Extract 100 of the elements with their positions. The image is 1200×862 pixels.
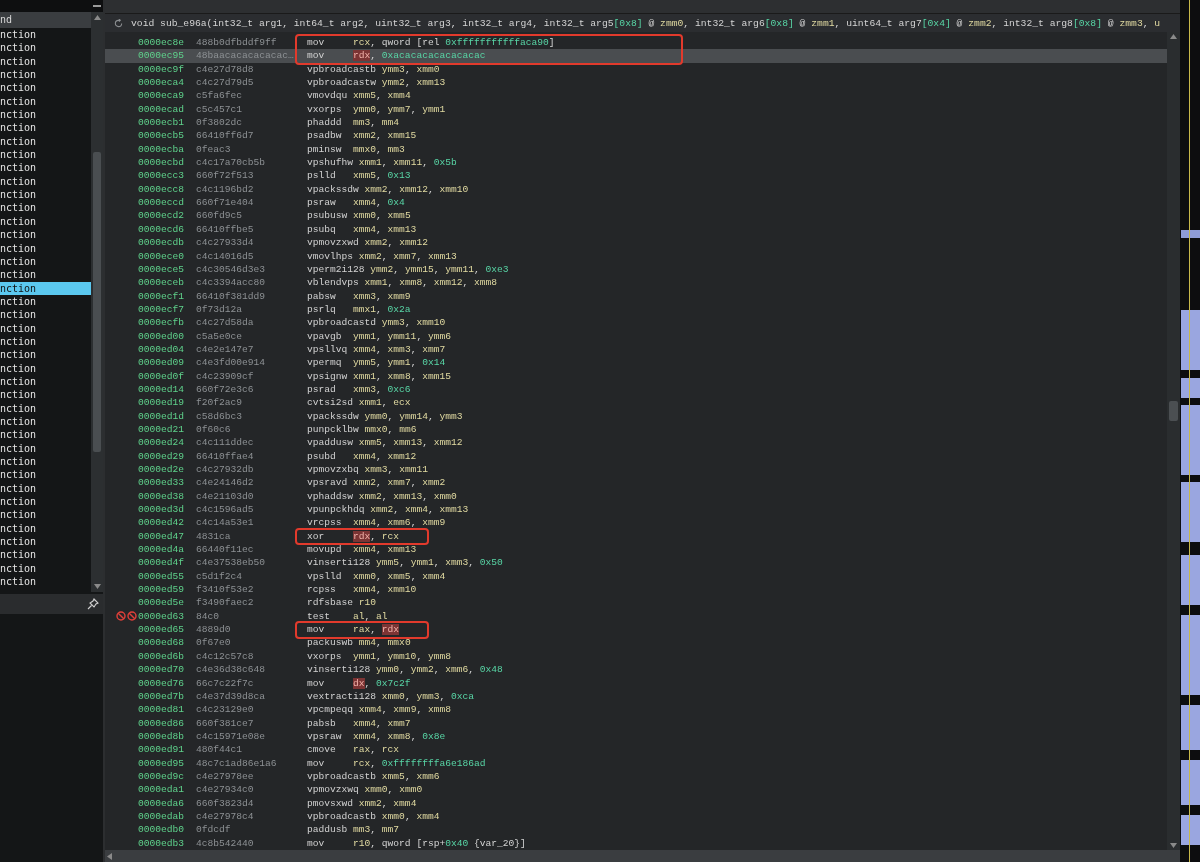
- disassembly-row[interactable]: 0000ecd2 660fd9c5 psubusw xmm0, xmm5: [105, 209, 1167, 223]
- sidebar-item[interactable]: nction: [0, 108, 91, 122]
- sidebar-item[interactable]: nction: [0, 134, 91, 149]
- scroll-thumb[interactable]: [1169, 401, 1178, 421]
- sidebar-item[interactable]: nction: [0, 54, 91, 69]
- disassembly-row[interactable]: 0000ed4a 66440f11ec movupd xmm4, xmm13: [105, 543, 1167, 557]
- disassembly-row[interactable]: 0000ecad c5c457c1 vxorps ymm0, ymm7, ymm1: [105, 102, 1167, 117]
- disassembly-row[interactable]: 0000ecdb c4c27933d4 vpmovzxwd xmm2, xmm12: [105, 236, 1167, 250]
- sidebar-item[interactable]: nction: [0, 241, 91, 255]
- sidebar-item[interactable]: nction: [0, 428, 91, 442]
- disassembly-row[interactable]: 0000ed8b c4c15971e08e vpsraw xmm4, xmm8, 0x8e: [105, 729, 1167, 744]
- sidebar-item[interactable]: nction: [0, 495, 91, 509]
- disassembly-row[interactable]: 0000ecfb c4c27d58da vpbroadcastd ymm3, xmm10: [105, 316, 1167, 330]
- disassembly-row[interactable]: 0000ed47 4831ca xor rdx, rcx: [105, 529, 1167, 544]
- disassembly-row[interactable]: 0000edab c4e27978c4 vpbroadcastb xmm0, xmm4: [105, 809, 1167, 824]
- scroll-up-icon[interactable]: [93, 15, 101, 20]
- disassembly-row[interactable]: 0000ed0f c4c23909cf vpsignw xmm1, xmm8, xmm15: [105, 369, 1167, 383]
- sidebar-item[interactable]: nction: [0, 254, 91, 269]
- disassembly-row[interactable]: 0000eda1 c4e27934c0 vpmovzxwq xmm0, xmm0: [105, 783, 1167, 797]
- disassembly-row[interactable]: 0000ec95 48baacacacacacac… mov rdx, 0xacacacacacacacac: [105, 49, 1167, 63]
- disassembly-row[interactable]: 0000ed65 4889d0 mov rax, rdx: [105, 623, 1167, 637]
- horizontal-scrollbar[interactable]: [105, 850, 1180, 862]
- disassembly-row[interactable]: 0000eccd 660f71e404 psraw xmm4, 0x4: [105, 196, 1167, 210]
- disassembly-row[interactable]: 0000ed00 c5a5e0ce vpavgb ymm1, ymm11, ymm6: [105, 329, 1167, 343]
- disassembly-row[interactable]: 0000ed33 c4e24146d2 vpsravd xmm2, xmm7, xmm2: [105, 476, 1167, 490]
- sidebar-item[interactable]: nction: [0, 148, 91, 162]
- sidebar-item[interactable]: nction: [0, 455, 91, 469]
- sidebar-item[interactable]: nction: [0, 188, 91, 202]
- disassembly-row[interactable]: 0000ece0 c4c14016d5 vmovlhps xmm2, xmm7, xmm13: [105, 249, 1167, 263]
- sidebar-item[interactable]: nction: [0, 468, 91, 482]
- disassembly-row[interactable]: 0000ecc3 660f72f513 pslld xmm5, 0x13: [105, 169, 1167, 183]
- sidebar-item[interactable]: nction: [0, 308, 91, 322]
- disassembly-row[interactable]: 0000ed1d c58d6bc3 vpackssdw ymm0, ymm14, ymm3: [105, 409, 1167, 423]
- disassembly-row[interactable]: 0000ed19 f20f2ac9 cvtsi2sd xmm1, ecx: [105, 396, 1167, 410]
- disassembly-row[interactable]: 0000ed6b c4c12c57c8 vxorps ymm1, ymm10, ymm8: [105, 649, 1167, 664]
- disassembly-row[interactable]: 0000ecc8 c4c1196bd2 vpackssdw xmm2, xmm12, xmm10: [105, 182, 1167, 197]
- sidebar-item[interactable]: nction: [0, 214, 91, 229]
- sidebar-item[interactable]: nction: [0, 174, 91, 189]
- sidebar-item[interactable]: nction: [0, 521, 91, 536]
- disassembly-row[interactable]: 0000eda6 660f3823d4 pmovsxwd xmm2, xmm4: [105, 796, 1167, 810]
- sidebar-item[interactable]: nction: [0, 414, 91, 429]
- sidebar-item[interactable]: nction: [0, 161, 91, 175]
- disassembly-row[interactable]: 0000ed9c c4e27978ee vpbroadcastb xmm5, xmm6: [105, 769, 1167, 784]
- sidebar-item[interactable]: nction: [0, 94, 91, 109]
- disassembly-row[interactable]: 0000eceb c4c3394acc80 vblendvps xmm1, xmm8, xmm12, xmm8: [105, 276, 1167, 290]
- pin-icon[interactable]: [87, 598, 99, 610]
- sidebar-item[interactable]: nction: [0, 28, 91, 42]
- refresh-icon[interactable]: [114, 18, 123, 28]
- sidebar-item[interactable]: nction: [0, 508, 91, 522]
- disassembly-row[interactable]: 0000ed70 c4e36d38c648 vinserti128 ymm0, ymm2, xmm6, 0x48: [105, 663, 1167, 677]
- disassembly-row[interactable]: 0000ed42 c4c14a53e1 vrcpss xmm4, xmm6, xmm9: [105, 516, 1167, 530]
- disassembly-row[interactable]: 0000ed5e f3490faec2 rdfsbase r10: [105, 596, 1167, 610]
- sidebar-item[interactable]: nction: [0, 334, 91, 349]
- scroll-left-icon[interactable]: [107, 852, 112, 860]
- sidebar-item[interactable]: nction: [0, 348, 91, 362]
- column-header[interactable]: nd: [0, 12, 91, 28]
- disassembly-row[interactable]: 0000ed14 660f72e3c6 psrad xmm3, 0xc6: [105, 382, 1167, 397]
- disassembly-row[interactable]: 0000ed86 660f381ce7 pabsb xmm4, xmm7: [105, 716, 1167, 730]
- sidebar-item[interactable]: nction: [0, 535, 91, 549]
- sidebar-item[interactable]: nction: [0, 374, 91, 389]
- disassembly-row[interactable]: 0000edb3 4c8b542440 mov r10, qword [rsp+0x40 {var_20}]: [105, 836, 1167, 850]
- disassembly-row[interactable]: 0000ed59 f3410f53e2 rcpss xmm4, xmm10: [105, 583, 1167, 597]
- disassembly-row[interactable]: 0000ed04 c4e2e147e7 vpsllvq xmm4, xmm3, xmm7: [105, 342, 1167, 357]
- scrollbar[interactable]: [91, 12, 103, 592]
- scroll-thumb[interactable]: [93, 152, 101, 452]
- sidebar-item[interactable]: nction: [0, 401, 91, 415]
- sidebar-item[interactable]: nction: [0, 228, 91, 242]
- disassembly-row[interactable]: 0000ed7b c4e37d39d8ca vextracti128 xmm0, ymm3, 0xca: [105, 689, 1167, 704]
- disassembly-row[interactable]: 0000ed2e c4c27932db vpmovzxbq xmm3, xmm11: [105, 463, 1167, 477]
- disassembly-row[interactable]: 0000ed21 0f60c6 punpcklbw mmx0, mm6: [105, 422, 1167, 437]
- sidebar-item[interactable]: nction: [0, 201, 91, 215]
- scroll-up-icon[interactable]: [1170, 34, 1177, 39]
- disassembly-row[interactable]: 0000ed4f c4e37538eb50 vinserti128 ymm5, ymm1, xmm3, 0x50: [105, 556, 1167, 570]
- disassembly-row[interactable]: 0000ed81 c4c23129e0 vpcmpeqq xmm4, xmm9, xmm8: [105, 703, 1167, 717]
- sidebar-item[interactable]: nction: [0, 388, 91, 402]
- scroll-down-icon[interactable]: [1170, 843, 1177, 848]
- disassembly-row[interactable]: 0000ecf1 66410f381dd9 pabsw xmm3, xmm9: [105, 289, 1167, 303]
- disassembly-row[interactable]: 0000ec8e 488b0dfbddf9ff mov rcx, qword [rel 0xfffffffffffaca90]: [105, 36, 1167, 50]
- disassembly-row[interactable]: 0000ed38 c4e21103d0 vphaddsw xmm2, xmm13, xmm0: [105, 489, 1167, 504]
- disassembly-row[interactable]: 0000ecb1 0f3802dc phaddd mm3, mm4: [105, 116, 1167, 130]
- sidebar-item[interactable]: nction: [0, 321, 91, 335]
- disassembly-row[interactable]: 0000eca4 c4c27d79d5 vpbroadcastw ymm2, xmm13: [105, 76, 1167, 90]
- disassembly-row[interactable]: 0000ed95 48c7c1ad86e1a6 mov rcx, 0xffffffffa6e186ad: [105, 756, 1167, 770]
- disassembly-row[interactable]: 0000ecd6 66410ffbe5 psubq xmm4, xmm13: [105, 222, 1167, 237]
- disassembly-row[interactable]: 0000ecbd c4c17a70cb5b vpshufhw xmm1, xmm11, 0x5b: [105, 156, 1167, 170]
- sidebar-item[interactable]: nction: [0, 294, 91, 309]
- disassembly-row[interactable]: 0000ed24 c4c111ddec vpaddusw xmm5, xmm13, xmm12: [105, 436, 1167, 450]
- disassembly-row[interactable]: 0000ed68 0f67e0 packuswb mm4, mmx0: [105, 636, 1167, 650]
- disassembly-row[interactable]: 0000ed76 66c7c22f7c mov dx, 0x7c2f: [105, 676, 1167, 690]
- disassembly-row[interactable]: 0000ecf7 0f73d12a psrlq mmx1, 0x2a: [105, 302, 1167, 317]
- sidebar-item[interactable]: nction: [0, 575, 91, 589]
- disassembly-row[interactable]: 0000ec9f c4e27d78d8 vpbroadcastb ymm3, xmm0: [105, 62, 1167, 77]
- sidebar-item[interactable]: nction: [0, 68, 91, 82]
- sidebar-item[interactable]: nction: [0, 441, 91, 455]
- sidebar-item[interactable]: nction: [0, 481, 91, 496]
- disassembly-row[interactable]: 0000ecba 0feac3 pminsw mmx0, mm3: [105, 142, 1167, 157]
- disassembly-row[interactable]: 0000eca9 c5fa6fec vmovdqu xmm5, xmm4: [105, 89, 1167, 103]
- sidebar-item[interactable]: nction: [0, 548, 91, 562]
- disassembly-row[interactable]: 0000ed09 c4e3fd00e914 vpermq ymm5, ymm1, 0x14: [105, 356, 1167, 370]
- sidebar-item[interactable]: nction: [0, 361, 91, 375]
